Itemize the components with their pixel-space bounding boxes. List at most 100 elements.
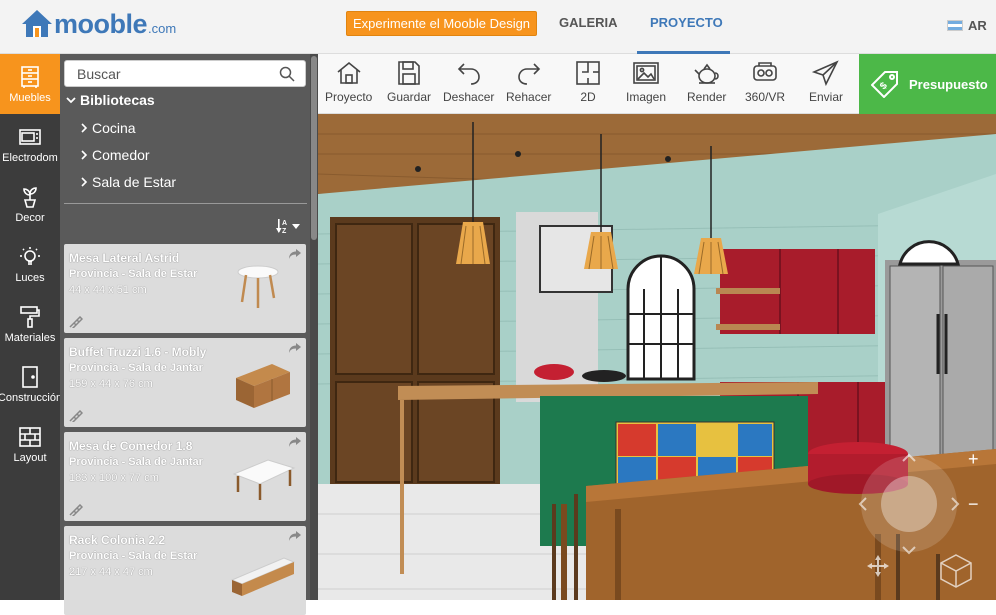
rail-item-luces[interactable]: Luces [0,234,60,294]
share-arrow-icon[interactable] [289,249,301,259]
house-icon [337,61,361,84]
floorplan-icon [576,61,600,85]
product-card[interactable]: Mesa Lateral Astrid Provincia - Sala de … [64,244,306,333]
rehacer-button[interactable]: Rehacer [506,60,551,104]
image-icon [633,62,659,84]
product-subtitle: Provincia - Sala de Estar [69,550,198,562]
product-title: Mesa Lateral Astrid [69,251,180,265]
measure-tool-icon[interactable] [69,410,83,422]
product-card[interactable]: Buffet Truzzi 1.6 - Mobly Provincia - Sa… [64,338,306,427]
nav-proyecto[interactable]: PROYECTO [650,15,723,30]
lightbulb-icon [20,246,40,265]
rack-thumbnail [230,557,296,596]
presupuesto-button[interactable]: $ Presupuesto [859,54,996,114]
tree-item-cocina[interactable]: Cocina [80,120,136,136]
svg-text:Z: Z [282,228,287,234]
chevron-right-icon [81,123,88,133]
presupuesto-label: Presupuesto [909,76,988,92]
measure-tool-icon[interactable] [69,316,83,328]
deshacer-button[interactable]: Deshacer [443,60,494,104]
camera-navigation-dial[interactable] [854,449,964,559]
argentina-flag-icon [947,20,963,31]
microwave-icon [19,128,41,145]
redo-icon [517,63,540,85]
svg-text:A: A [282,220,287,227]
tool-label: Imagen [626,90,667,104]
vr-headset-icon [753,62,777,81]
product-title: Buffet Truzzi 1.6 - Mobly [69,345,207,359]
enviar-button[interactable]: Enviar [809,60,843,104]
rail-label: Layout [13,451,47,464]
rail-item-electrodom[interactable]: Electrodom [0,114,60,174]
product-card[interactable]: Mesa de Comedor 1.8 Provincia - Sala de … [64,432,306,521]
mooble-logo[interactable]: mooble .com [20,8,176,38]
tree-item-label: Cocina [92,120,136,136]
tool-label: Proyecto [325,90,373,104]
side-table-thumbnail [237,265,279,308]
rail-label: Electrodom [2,151,58,164]
rail-item-construccion[interactable]: Construcción [0,354,60,414]
imagen-button[interactable]: Imagen [626,60,666,104]
share-arrow-icon[interactable] [289,437,301,447]
search-input[interactable] [65,61,275,86]
rail-item-muebles[interactable]: Muebles [0,54,60,114]
zoom-in-button[interactable]: + [968,449,979,470]
tool-label: Deshacer [443,90,495,104]
product-subtitle: Provincia - Sala de Estar [69,268,198,280]
tree-item-comedor[interactable]: Comedor [80,147,150,163]
measure-tool-icon[interactable] [69,504,83,516]
rail-label: Materiales [4,331,56,344]
product-title: Mesa de Comedor 1.8 [69,439,193,453]
tree-root-bibliotecas[interactable]: Bibliotecas [66,92,155,108]
tree-root-label: Bibliotecas [80,92,155,108]
tool-label: 360/VR [745,90,786,104]
undo-icon [457,63,480,85]
product-subtitle: Provincia - Sala de Jantar [69,456,203,468]
render-button[interactable]: Render [687,60,726,104]
rail-item-decor[interactable]: Decor [0,174,60,234]
zoom-out-button[interactable]: − [968,494,979,515]
country-selector[interactable]: AR [947,18,987,33]
rail-item-materiales[interactable]: Materiales [0,294,60,354]
tree-item-sala-de-estar[interactable]: Sala de Estar [80,174,176,190]
rail-item-layout[interactable]: Layout [0,414,60,474]
buffet-thumbnail [236,364,290,408]
toolbar: Proyecto Guardar Deshacer Rehacer 2D Ima… [318,54,859,114]
dining-table-thumbnail [232,459,296,500]
paper-plane-icon [812,60,839,86]
sort-az-icon[interactable]: A Z [276,218,302,234]
3d-viewport[interactable]: + − [318,114,996,600]
floppy-disk-icon [398,61,420,85]
pan-move-icon[interactable] [866,554,890,578]
guardar-button[interactable]: Guardar [387,60,431,104]
search-box [64,60,306,87]
nav-galeria[interactable]: GALERIA [559,15,618,30]
share-arrow-icon[interactable] [289,343,301,353]
paint-roller-icon [20,305,40,328]
rail-label: Construcción [0,391,60,404]
rail-label: Muebles [9,91,51,104]
category-rail: Muebles Electrodom Decor Luces Materiale… [0,54,60,600]
rail-label: Luces [15,271,45,284]
product-card[interactable]: Rack Colonia 2.2 Provincia - Sala de Est… [64,526,306,615]
product-dimensions: 159 x 44 x 76 cm [69,378,153,390]
mooble-design-button[interactable]: Experimente el Mooble Design [346,11,538,36]
360-vr-button[interactable]: 360/VR [745,60,785,104]
view-cube-icon[interactable] [938,552,974,588]
tree-item-label: Sala de Estar [92,174,177,190]
product-dimensions: 183 x 100 x 77 cm [69,472,159,484]
scrollbar-thumb[interactable] [311,56,317,240]
library-panel: Bibliotecas Cocina Comedor Sala de Estar… [60,54,318,615]
library-scrollbar[interactable] [310,54,318,600]
logo-name: mooble [54,9,148,39]
dresser-icon [21,65,39,88]
rail-label: Decor [15,211,45,224]
proyecto-button[interactable]: Proyecto [325,60,372,104]
chevron-right-icon [81,177,88,187]
2d-button[interactable]: 2D [574,60,602,104]
share-arrow-icon[interactable] [289,531,301,541]
house-logo-icon [22,10,52,37]
door-icon [22,365,38,388]
search-icon[interactable] [279,66,295,82]
library-tree: Bibliotecas Cocina Comedor Sala de Estar [66,92,176,190]
